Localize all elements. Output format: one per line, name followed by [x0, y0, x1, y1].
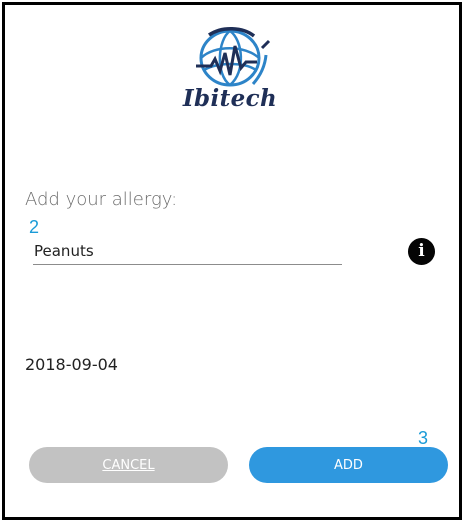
add-button[interactable]: ADD — [249, 447, 448, 483]
cancel-button[interactable]: CANCEL — [29, 447, 228, 483]
app-screen: Ibitech Add your allergy: 2 i 2018-09-04… — [2, 2, 462, 520]
info-icon[interactable]: i — [408, 238, 435, 265]
step-3-marker: 3 — [418, 428, 429, 448]
brand-name: Ibitech — [182, 85, 278, 112]
step-2-marker: 2 — [29, 217, 40, 237]
date-value: 2018-09-04 — [25, 355, 118, 374]
ibitech-logo: Ibitech — [166, 23, 294, 125]
allergy-prompt: Add your allergy: — [25, 189, 178, 210]
allergy-input[interactable] — [33, 238, 342, 265]
